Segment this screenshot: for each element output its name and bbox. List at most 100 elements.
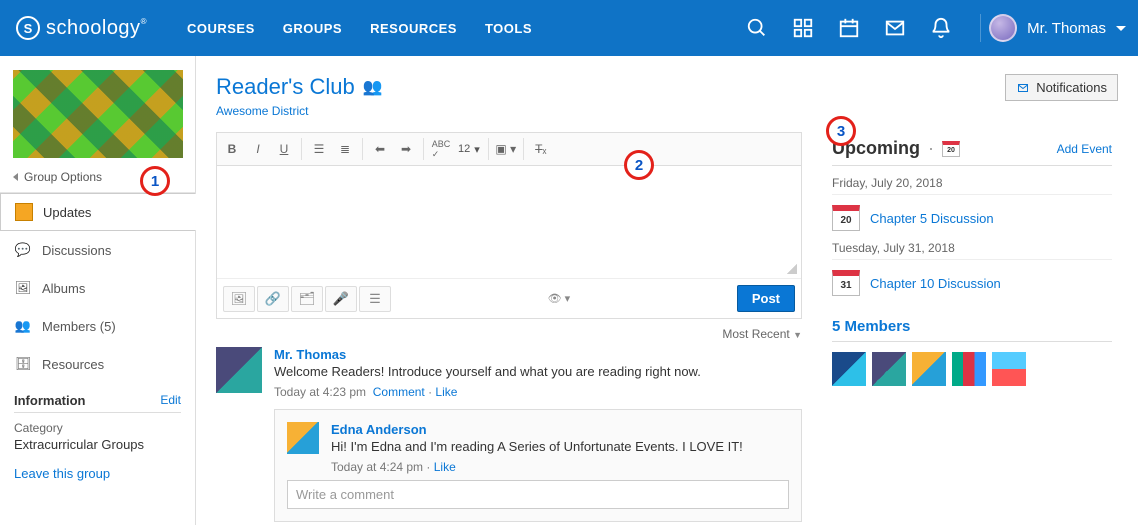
group-options-label: Group Options	[24, 170, 102, 184]
member-avatar[interactable]	[872, 352, 906, 386]
comment-time: Today at 4:24 pm	[331, 460, 423, 474]
sidebar-item-discussions[interactable]: 💬Discussions	[0, 231, 195, 269]
nav-resources[interactable]: RESOURCES	[370, 21, 457, 36]
attach-audio-button[interactable]: 🎤	[325, 286, 357, 312]
editor-textarea[interactable]	[217, 166, 801, 278]
nav-groups[interactable]: GROUPS	[283, 21, 342, 36]
event-link[interactable]: Chapter 5 Discussion	[870, 211, 994, 226]
group-title-text: Reader's Club	[216, 74, 355, 100]
calendar-day-icon: 31	[832, 270, 860, 296]
author-avatar[interactable]	[216, 347, 262, 393]
sort-dropdown[interactable]: Most Recent ▼	[216, 327, 802, 341]
author-link[interactable]: Mr. Thomas	[274, 347, 346, 362]
district-link[interactable]: Awesome District	[216, 104, 308, 118]
upcoming-section: Upcoming · 20 Add Event Friday, July 20,…	[832, 138, 1112, 296]
spellcheck-button[interactable]: ABC✓	[428, 137, 454, 161]
user-name: Mr. Thomas	[1027, 20, 1106, 37]
calendar-small-icon[interactable]: 20	[942, 141, 960, 157]
sidebar-item-label: Discussions	[42, 243, 111, 258]
visibility-toggle[interactable]: 👁 ▾	[548, 292, 571, 305]
calendar-day-icon: 20	[832, 205, 860, 231]
add-event-link[interactable]: Add Event	[1057, 142, 1112, 156]
primary-nav: COURSES GROUPS RESOURCES TOOLS	[187, 21, 532, 36]
event-date: Tuesday, July 31, 2018	[832, 241, 1112, 260]
nav-tools[interactable]: TOOLS	[485, 21, 532, 36]
bold-button[interactable]: B	[219, 137, 245, 161]
resources-icon: 🗄	[14, 355, 32, 373]
member-avatar[interactable]	[992, 352, 1026, 386]
attach-link-button[interactable]: 🔗	[257, 286, 289, 312]
indent-button[interactable]: ➡	[393, 137, 419, 161]
sidebar-item-label: Members (5)	[42, 319, 116, 334]
italic-button[interactable]: I	[245, 137, 271, 161]
attach-file-button[interactable]: 🗂	[291, 286, 323, 312]
attach-image-button[interactable]: 🖼	[223, 286, 255, 312]
members-icon: 👥	[14, 317, 32, 335]
nav-courses[interactable]: COURSES	[187, 21, 255, 36]
sidebar-item-members[interactable]: 👥 Members (5)	[0, 307, 195, 345]
members-section: 5 Members	[832, 318, 1112, 386]
sidebar-item-label: Resources	[42, 357, 104, 372]
sidebar-item-resources[interactable]: 🗄 Resources	[0, 345, 195, 383]
editor-toolbar: B I U ☰ ≣ ⬅ ➡ ABC✓ 12 ▾ ▣ ▾ Tₓ	[217, 133, 801, 166]
commenter-link[interactable]: Edna Anderson	[331, 422, 427, 437]
chevron-down-icon	[1116, 26, 1126, 31]
insert-button[interactable]: ▣ ▾	[493, 137, 519, 161]
edit-info-link[interactable]: Edit	[160, 393, 181, 408]
left-sidebar: Group Options Updates 💬Discussions 🖼Albu…	[0, 56, 196, 525]
notifications-label: Notifications	[1036, 80, 1107, 95]
brand-text: schoology	[46, 17, 141, 39]
sidebar-item-albums[interactable]: 🖼Albums	[0, 269, 195, 307]
event-link[interactable]: Chapter 10 Discussion	[870, 276, 1001, 291]
mail-icon[interactable]	[884, 17, 906, 39]
brand-logo[interactable]: S schoology®	[16, 16, 147, 40]
like-link[interactable]: Like	[435, 385, 457, 399]
event-date: Friday, July 20, 2018	[832, 176, 1112, 195]
albums-icon: 🖼	[14, 279, 32, 297]
logo-icon: S	[16, 16, 40, 40]
caret-left-icon	[13, 173, 18, 181]
group-icon: 👥	[363, 77, 383, 97]
info-heading: Information	[14, 393, 86, 408]
apps-icon[interactable]	[792, 17, 814, 39]
underline-button[interactable]: U	[271, 137, 297, 161]
members-heading-link[interactable]: 5 Members	[832, 318, 910, 335]
event-row: 20 Chapter 5 Discussion	[832, 205, 1112, 231]
comment-like-link[interactable]: Like	[434, 460, 456, 474]
post-button[interactable]: Post	[737, 285, 795, 312]
clear-format-button[interactable]: Tₓ	[528, 137, 554, 161]
group-cover-image[interactable]	[13, 70, 183, 158]
leave-group-link[interactable]: Leave this group	[0, 452, 195, 495]
ul-button[interactable]: ☰	[306, 137, 332, 161]
app-header: S schoology® COURSES GROUPS RESOURCES TO…	[0, 0, 1138, 56]
group-nav: Updates 💬Discussions 🖼Albums 👥 Members (5…	[0, 192, 195, 383]
commenter-avatar[interactable]	[287, 422, 319, 454]
member-avatar[interactable]	[832, 352, 866, 386]
sidebar-item-updates[interactable]: Updates	[0, 193, 195, 231]
annotation-2: 2	[624, 150, 654, 180]
mail-icon	[1016, 82, 1030, 94]
attach-poll-button[interactable]: ☰	[359, 286, 391, 312]
info-category-value: Extracurricular Groups	[14, 437, 181, 452]
comment-link[interactable]: Comment	[373, 385, 425, 399]
main-content: Reader's Club 👥 Awesome District B I U ☰…	[216, 74, 802, 525]
annotation-1: 1	[140, 166, 170, 196]
group-title: Reader's Club 👥	[216, 74, 802, 100]
font-size-select[interactable]: 12 ▾	[454, 143, 484, 156]
update-text: Welcome Readers! Introduce yourself and …	[274, 364, 802, 379]
comment-input[interactable]: Write a comment	[287, 480, 789, 509]
sidebar-item-label: Updates	[43, 205, 91, 220]
user-menu[interactable]: Mr. Thomas	[980, 14, 1126, 42]
outdent-button[interactable]: ⬅	[367, 137, 393, 161]
post-composer: B I U ☰ ≣ ⬅ ➡ ABC✓ 12 ▾ ▣ ▾ Tₓ	[216, 132, 802, 319]
calendar-icon[interactable]	[838, 17, 860, 39]
notifications-icon[interactable]	[930, 17, 952, 39]
event-row: 31 Chapter 10 Discussion	[832, 270, 1112, 296]
ol-button[interactable]: ≣	[332, 137, 358, 161]
member-avatar[interactable]	[952, 352, 986, 386]
info-section: InformationEdit Category Extracurricular…	[0, 383, 195, 452]
notifications-button[interactable]: Notifications	[1005, 74, 1118, 101]
update-post: Mr. Thomas Welcome Readers! Introduce yo…	[216, 347, 802, 399]
member-avatar[interactable]	[912, 352, 946, 386]
search-icon[interactable]	[746, 17, 768, 39]
